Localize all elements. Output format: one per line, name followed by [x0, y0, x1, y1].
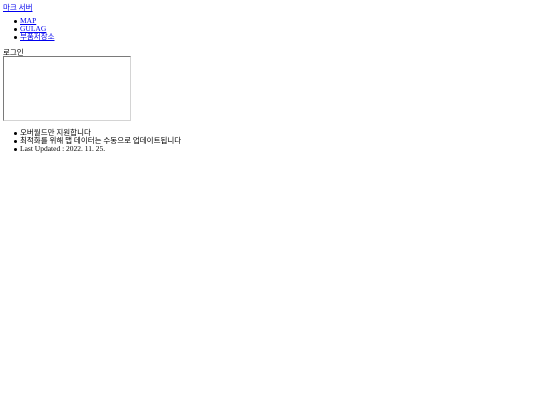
info-item-last-updated: Last Updated : 2022. 11. 25. [3, 145, 181, 153]
nav-item-parts-storage: 부품저장소 [3, 33, 55, 41]
info-list: 오버월드만 지원합니다 최적화를 위해 맵 데이터는 수동으로 업데이트됩니다 … [3, 129, 181, 153]
login-frame[interactable] [3, 56, 131, 121]
site-title-link[interactable]: 마크 서버 [3, 3, 32, 12]
nav-list: MAP GULAG 부품저장소 [3, 17, 55, 41]
nav-link-parts-storage[interactable]: 부품저장소 [20, 32, 55, 41]
